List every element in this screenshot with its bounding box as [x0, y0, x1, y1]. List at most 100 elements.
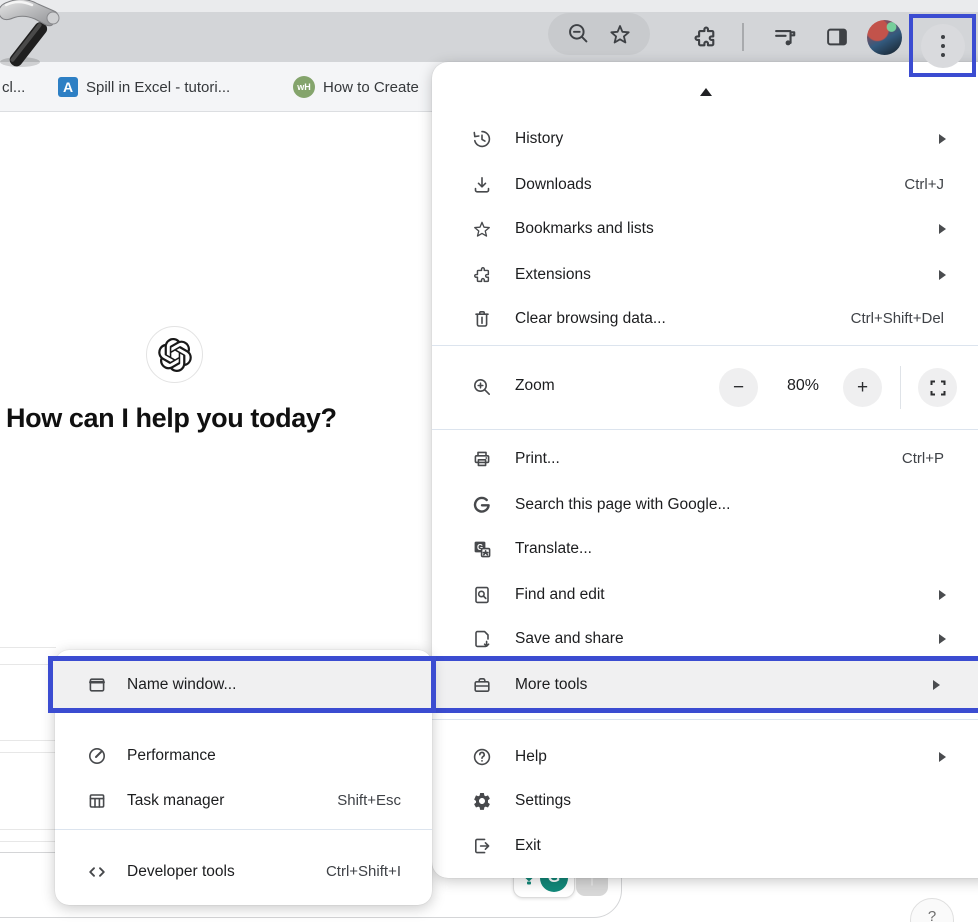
submenu-item-developer-tools[interactable]: Developer tools Ctrl+Shift+I — [55, 849, 432, 894]
menu-item-clear-browsing-data[interactable]: Clear browsing data... Ctrl+Shift+Del — [432, 296, 978, 341]
menu-item-extensions[interactable]: Extensions — [432, 252, 978, 297]
bookmark-favicon: wH — [293, 76, 315, 98]
bookmark-label: Spill in Excel - tutori... — [86, 79, 230, 96]
browser-window: cl... A Spill in Excel - tutori... wH Ho… — [0, 0, 978, 922]
shortcut-label: Shift+Esc — [337, 792, 401, 809]
menu-divider — [432, 429, 978, 430]
menu-divider — [432, 345, 978, 346]
shortcut-label: Ctrl+J — [904, 176, 944, 193]
zoom-plus-button[interactable]: + — [843, 368, 882, 407]
puzzle-icon — [472, 265, 492, 285]
bookmark-favicon: A — [58, 77, 78, 97]
kebab-dot — [941, 53, 945, 57]
bookmark-item[interactable]: A Spill in Excel - tutori... — [58, 62, 230, 112]
trash-icon — [472, 309, 492, 329]
browser-toolbar — [0, 12, 978, 62]
menu-item-save-and-share[interactable]: Save and share — [432, 616, 978, 661]
speedometer-icon — [87, 746, 107, 766]
menu-item-bookmarks[interactable]: Bookmarks and lists — [432, 206, 978, 251]
side-panel-icon — [824, 24, 850, 50]
download-icon — [472, 175, 492, 195]
browser-main-menu: History Downloads Ctrl+J Bookmarks and l… — [432, 62, 978, 878]
gear-icon — [472, 791, 492, 811]
submenu-arrow-icon — [939, 590, 946, 600]
submenu-arrow-icon — [939, 270, 946, 280]
card-edge-line — [0, 829, 56, 830]
task-manager-icon — [87, 791, 107, 811]
menu-highlight-box — [909, 14, 976, 77]
page-title: How can I help you today? — [6, 403, 337, 434]
card-edge-line — [0, 647, 56, 648]
shortcut-label: Ctrl+P — [902, 450, 944, 467]
toolbar-divider — [742, 23, 744, 51]
history-icon — [472, 129, 492, 149]
submenu-arrow-icon — [939, 134, 946, 144]
bookmark-star-button[interactable] — [603, 17, 637, 51]
zoom-label: Zoom — [515, 377, 555, 395]
submenu-arrow-icon — [933, 680, 940, 690]
window-frame-strip — [0, 0, 978, 12]
bookmark-item[interactable]: cl... — [2, 62, 25, 112]
zoom-star-pill — [548, 13, 650, 55]
submenu-item-task-manager[interactable]: Task manager Shift+Esc — [55, 778, 432, 823]
menu-item-more-tools[interactable]: More tools — [427, 656, 978, 713]
exit-icon — [472, 836, 492, 856]
save-share-icon — [472, 629, 492, 649]
menu-item-exit[interactable]: Exit — [432, 823, 978, 868]
openai-logo-icon — [158, 338, 192, 372]
printer-icon — [472, 449, 492, 469]
chatgpt-logo — [146, 326, 203, 383]
zoom-minus-button[interactable]: − — [719, 368, 758, 407]
menu-item-print[interactable]: Print... Ctrl+P — [432, 436, 978, 481]
help-badge-label: ? — [928, 908, 936, 922]
find-document-icon — [472, 585, 492, 605]
menu-item-translate[interactable]: G Translate... — [432, 526, 978, 571]
zoom-out-button[interactable] — [562, 17, 596, 51]
menu-item-history[interactable]: History — [432, 116, 978, 161]
card-edge-line — [0, 752, 56, 753]
submenu-arrow-icon — [939, 752, 946, 762]
menu-item-zoom: Zoom − 80% + — [432, 365, 978, 410]
extensions-button[interactable] — [688, 20, 722, 54]
menu-item-search-with-google[interactable]: Search this page with Google... — [432, 482, 978, 527]
menu-item-find-and-edit[interactable]: Find and edit — [432, 572, 978, 617]
submenu-arrow-icon — [939, 634, 946, 644]
card-edge-line — [0, 841, 56, 842]
menu-divider — [432, 719, 978, 720]
zoom-value: 80% — [772, 377, 834, 395]
more-tools-submenu: Name window... Performance Task manager … — [55, 650, 432, 905]
profile-avatar[interactable] — [867, 20, 902, 55]
google-g-icon — [472, 495, 492, 515]
translate-icon: G — [472, 539, 492, 559]
menu-item-downloads[interactable]: Downloads Ctrl+J — [432, 162, 978, 207]
scroll-up-icon[interactable] — [700, 88, 712, 96]
menu-item-settings[interactable]: Settings — [432, 778, 978, 823]
help-badge[interactable]: ? — [910, 898, 954, 922]
zoom-out-icon — [567, 22, 591, 46]
submenu-divider — [55, 829, 432, 830]
media-controls-button[interactable] — [768, 20, 802, 54]
submenu-item-name-window[interactable]: Name window... — [48, 656, 436, 713]
zoom-controls-divider — [900, 366, 901, 409]
side-panel-button[interactable] — [820, 20, 854, 54]
kebab-dot — [941, 44, 945, 48]
fullscreen-icon — [930, 380, 946, 396]
submenu-item-performance[interactable]: Performance — [55, 733, 432, 778]
star-icon — [608, 22, 632, 46]
media-playlist-icon — [772, 24, 798, 50]
kebab-dot — [941, 35, 945, 39]
bookmark-label: How to Create — [323, 79, 419, 96]
shortcut-label: Ctrl+Shift+Del — [851, 310, 944, 327]
bookmark-label: cl... — [2, 79, 25, 96]
card-edge-line — [0, 740, 56, 741]
zoom-in-icon — [472, 377, 492, 397]
submenu-arrow-icon — [939, 224, 946, 234]
star-icon — [472, 219, 492, 239]
menu-item-help[interactable]: Help — [432, 734, 978, 779]
browser-menu-button[interactable] — [921, 24, 965, 68]
toolbox-icon — [472, 675, 492, 695]
bookmark-item[interactable]: wH How to Create — [293, 62, 419, 112]
fullscreen-button[interactable] — [918, 368, 957, 407]
code-icon — [87, 862, 107, 882]
shortcut-label: Ctrl+Shift+I — [326, 863, 401, 880]
